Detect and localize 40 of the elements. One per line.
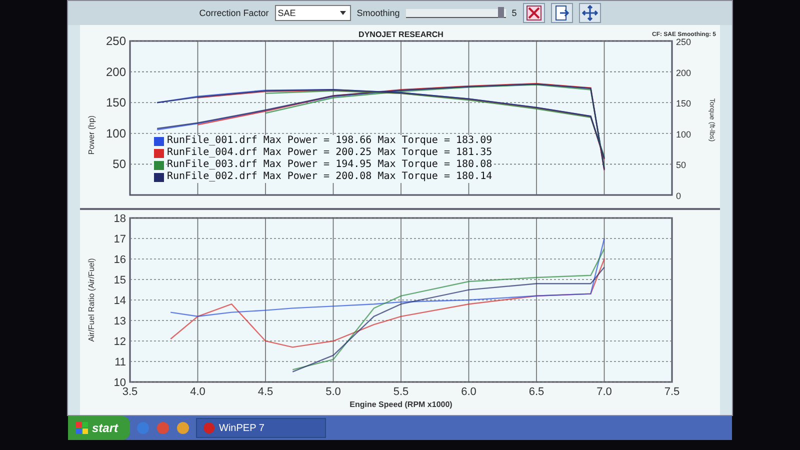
axis-tick-label: 10 <box>114 377 126 389</box>
axis-tick-label: 4.0 <box>190 386 206 398</box>
smoothing-label: Smoothing <box>356 8 400 18</box>
legend-text: RunFile_004.drf Max Power = 200.25 Max Torque = 181.35 <box>167 147 492 159</box>
axis-title: Power (hp) <box>87 115 96 155</box>
axis-tick-label: 4.5 <box>258 386 274 398</box>
legend-text: RunFile_002.drf Max Power = 200.08 Max Torque = 180.14 <box>167 171 492 183</box>
axis-tick-label: 3.5 <box>122 386 138 398</box>
axis-tick-label: 100 <box>676 129 692 140</box>
axis-tick-label: 50 <box>676 160 686 170</box>
axis-tick-label: 6.5 <box>528 386 544 398</box>
axis-tick-label: 7.5 <box>664 386 680 398</box>
axis-tick-label: 200 <box>676 68 692 78</box>
axis-tick-label: 16 <box>114 254 126 266</box>
axis-tick-label: 100 <box>106 126 126 140</box>
legend-text: RunFile_003.drf Max Power = 194.95 Max Torque = 180.08 <box>167 159 492 171</box>
axis-tick-label: 12 <box>114 336 126 348</box>
smoothing-value: 5 <box>512 8 517 18</box>
axis-tick-label: 250 <box>106 34 126 48</box>
axis-title: Engine Speed (RPM x1000) <box>350 400 452 409</box>
axis-tick-label: 5.5 <box>393 386 409 398</box>
axis-tick-label: 5.0 <box>326 386 341 398</box>
axis-tick-label: 11 <box>114 356 126 368</box>
correction-factor-label: Correction Factor <box>199 8 269 18</box>
axis-title: Air/Fuel Ratio (Air/Fuel) <box>87 258 96 342</box>
axis-tick-label: 18 <box>114 213 126 225</box>
axis-tick-label: 6.0 <box>461 386 476 398</box>
axis-tick-label: 150 <box>106 96 126 110</box>
axis-tick-label: 250 <box>676 37 692 47</box>
axis-tick-label: 150 <box>676 98 692 109</box>
chart-title: DYNOJET RESEARCH <box>358 30 444 39</box>
axis-tick-label: 13 <box>114 316 126 328</box>
axis-tick-label: 15 <box>114 274 126 286</box>
axis-tick-label: 7.0 <box>596 386 612 398</box>
axis-tick-label: 0 <box>676 191 682 201</box>
axis-tick-label: 200 <box>106 64 126 79</box>
axis-tick-label: 17 <box>114 234 126 246</box>
legend-text: RunFile_001.drf Max Power = 198.66 Max Torque = 183.09 <box>167 135 492 147</box>
axis-tick-label: 14 <box>114 295 126 307</box>
axis-tick-label: 50 <box>112 157 126 172</box>
